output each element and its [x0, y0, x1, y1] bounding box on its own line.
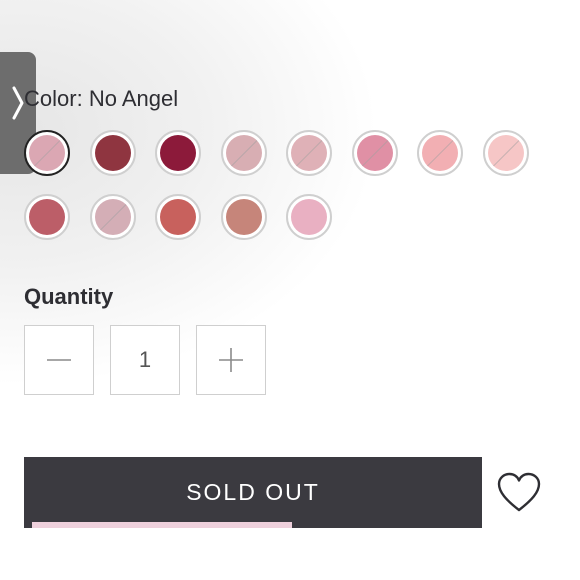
- quantity-input[interactable]: 1: [110, 325, 180, 395]
- swatch-color-dot: [29, 135, 65, 171]
- color-swatch[interactable]: [89, 130, 136, 176]
- swatch-color-dot: [160, 135, 196, 171]
- quantity-value: 1: [138, 347, 152, 372]
- color-swatch[interactable]: [89, 194, 136, 240]
- swatch-color-dot: [225, 135, 262, 171]
- product-options-panel: Color: No Angel Quantity 1 SOLD OUT: [0, 0, 580, 580]
- swatch-color-dot: [291, 135, 327, 171]
- heart-icon[interactable]: [496, 471, 542, 513]
- sold-out-button[interactable]: SOLD OUT: [24, 457, 482, 528]
- color-swatch[interactable]: [220, 130, 267, 176]
- color-swatch[interactable]: [220, 194, 267, 240]
- selected-color-name: No Angel: [88, 86, 179, 111]
- swatch-color-dot: [160, 199, 196, 235]
- sold-out-label: SOLD OUT: [186, 479, 320, 505]
- color-swatch[interactable]: [24, 130, 70, 176]
- color-swatch[interactable]: [155, 194, 201, 240]
- minus-icon: [47, 359, 71, 361]
- color-label: Color: No Angel: [24, 86, 178, 112]
- swatch-color-dot: [29, 199, 65, 235]
- chevron-right-icon: [12, 86, 24, 120]
- swatch-color-dot: [291, 199, 327, 235]
- color-swatch[interactable]: [482, 130, 529, 176]
- quantity-decrease-button[interactable]: [24, 325, 94, 395]
- accent-bar: [32, 522, 292, 528]
- color-swatch[interactable]: [351, 130, 398, 176]
- swatch-color-dot: [225, 199, 262, 235]
- color-label-key: Color:: [24, 86, 83, 111]
- swatch-color-dot: [356, 135, 393, 171]
- color-swatch[interactable]: [155, 130, 201, 176]
- quantity-increase-button[interactable]: [196, 325, 266, 395]
- swatch-color-dot: [487, 135, 524, 171]
- color-swatch[interactable]: [417, 130, 463, 176]
- swatch-color-dot: [94, 135, 131, 171]
- swatch-color-dot: [94, 199, 131, 235]
- color-swatch[interactable]: [286, 194, 332, 240]
- swatch-color-dot: [422, 135, 458, 171]
- quantity-label: Quantity: [24, 284, 114, 309]
- color-swatch[interactable]: [286, 130, 332, 176]
- color-swatch[interactable]: [24, 194, 70, 240]
- plus-icon: [219, 348, 243, 372]
